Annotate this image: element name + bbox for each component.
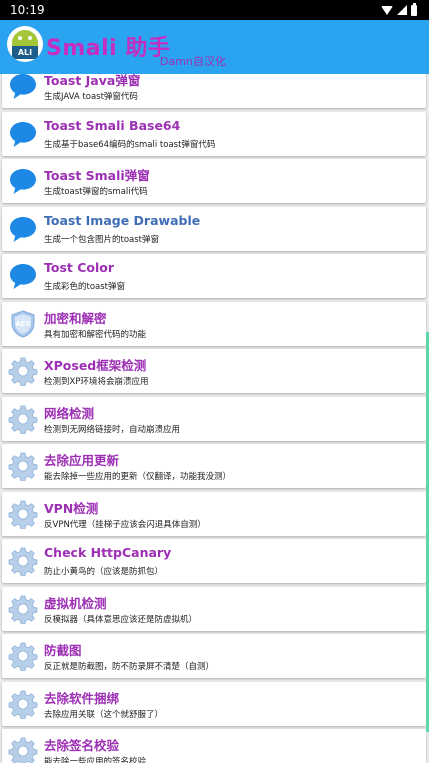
svg-text:AES: AES [15, 320, 30, 328]
item-description: 检测到无网络链接时，自动崩溃应用 [44, 424, 181, 435]
chat-bubble-icon [8, 214, 38, 244]
signal-icon [397, 5, 407, 15]
aes-shield-icon: AES [8, 309, 38, 339]
list-item-vpn-detect[interactable]: VPN检测 反VPN代理（挂梯子应该会闪退具体自测） [2, 491, 426, 536]
status-icons [381, 2, 417, 16]
status-time: 10:19 [10, 3, 45, 17]
android-head-icon [12, 30, 38, 47]
gear-icon [8, 356, 38, 387]
gear-icon [8, 594, 38, 624]
item-description: 反VPN代理（挂梯子应该会闪退具体自测） [44, 519, 206, 530]
item-title: 防截图 [44, 643, 82, 658]
chat-bubble-icon [8, 261, 38, 291]
list-item-anti-screenshot[interactable]: 防截图 反正就是防截图，防不防录屏不清楚（自测） [2, 634, 426, 678]
gear-icon [8, 736, 38, 763]
list-item-toast-smali[interactable]: Toast Smali弹窗 生成toast弹窗的smali代码 [2, 159, 426, 203]
item-description: 生成彩色的toast弹窗 [44, 282, 126, 292]
item-title: Toast Java弹窗 [44, 74, 141, 88]
list-item-toast-smali-base64[interactable]: Toast Smali Base64 生成基于base64编码的smali to… [2, 111, 426, 156]
item-description: 生成一个包含图片的toast弹窗 [44, 234, 160, 245]
item-description: 能去除一些应用的签名校验 [44, 757, 147, 763]
battery-icon [411, 2, 417, 16]
list-item-toast-java[interactable]: Toast Java弹窗 生成JAVA toast弹窗代码 [2, 74, 426, 108]
list-item-encrypt-decrypt[interactable]: AES 加密和解密 具有加密和解密代码的功能 [2, 301, 426, 346]
item-title: 去除应用更新 [44, 453, 120, 468]
app-title: Smali 助手 [46, 36, 171, 61]
gear-icon [8, 499, 38, 529]
item-title: 加密和解密 [44, 310, 107, 326]
list-item-check-httpcanary[interactable]: Check HttpCanary 防止小黄鸟的（应该是防抓包） [2, 539, 426, 583]
item-title: Check HttpCanary [44, 545, 172, 560]
tool-list[interactable]: Toast Java弹窗 生成JAVA toast弹窗代码 Toast Smal… [0, 74, 429, 763]
chat-bubble-icon [8, 166, 38, 196]
list-item-emulator-detect[interactable]: 虚拟机检测 反模拟器（具体意思应该还是防虚拟机） [2, 586, 426, 631]
item-title: Tost Color [44, 260, 115, 275]
item-description: 生成toast弹窗的smali代码 [44, 187, 148, 197]
item-description: 去除应用关联（这个就舒服了） [44, 709, 164, 720]
list-item-network-detect[interactable]: 网络检测 检测到无网络链接时，自动崩溃应用 [2, 396, 426, 441]
item-description: 检测到XP环境将会崩溃应用 [44, 377, 149, 387]
item-description: 生成JAVA toast弹窗代码 [44, 92, 138, 102]
gear-icon [8, 689, 38, 719]
item-title: Toast Image Drawable [44, 212, 201, 228]
app-subtitle: Damn自汉化 [160, 55, 226, 68]
item-title: XPosed框架检测 [44, 358, 147, 373]
gear-icon [8, 546, 38, 577]
gear-icon [8, 404, 38, 434]
item-title: VPN检测 [44, 500, 99, 516]
chat-bubble-icon [8, 74, 38, 101]
list-item-remove-update[interactable]: 去除应用更新 能去除掉一些应用的更新（仅翻译，功能我没测） [2, 444, 426, 488]
item-description: 具有加密和解密代码的功能 [44, 329, 147, 340]
list-item-remove-signature[interactable]: 去除签名校验 能去除一些应用的签名校验 [2, 729, 426, 763]
item-title: 虚拟机检测 [44, 595, 107, 611]
list-item-remove-bundle[interactable]: 去除软件捆绑 去除应用关联（这个就舒服了） [2, 681, 426, 726]
gear-icon [8, 641, 38, 672]
list-item-tost-color[interactable]: Tost Color 生成彩色的toast弹窗 [2, 254, 426, 298]
list-item-toast-image-drawable[interactable]: Toast Image Drawable 生成一个包含图片的toast弹窗 [2, 206, 426, 251]
app-logo-icon: ALI [7, 26, 43, 62]
item-title: Toast Smali Base64 [44, 117, 181, 133]
status-bar: 10:19 [0, 0, 429, 20]
item-description: 能去除掉一些应用的更新（仅翻译，功能我没测） [44, 472, 232, 482]
gear-icon [8, 451, 38, 482]
logo-text: ALI [12, 46, 38, 59]
item-title: 去除签名校验 [44, 738, 120, 753]
list-item-xposed-detect[interactable]: XPosed框架检测 检测到XP环境将会崩溃应用 [2, 349, 426, 393]
item-description: 生成基于base64编码的smali toast弹窗代码 [44, 139, 216, 150]
wifi-icon [381, 5, 393, 15]
item-title: Toast Smali弹窗 [44, 168, 150, 183]
item-description: 反模拟器（具体意思应该还是防虚拟机） [44, 614, 198, 625]
item-description: 反正就是防截图，防不防录屏不清楚（自测） [44, 662, 215, 672]
item-title: 去除软件捆绑 [44, 690, 120, 706]
item-description: 防止小黄鸟的（应该是防抓包） [44, 567, 164, 577]
item-title: 网络检测 [44, 405, 95, 421]
tool-list-inner: Toast Java弹窗 生成JAVA toast弹窗代码 Toast Smal… [0, 74, 429, 763]
app-bar: ALI Smali 助手 Damn自汉化 [0, 20, 429, 74]
chat-bubble-icon [8, 119, 38, 149]
